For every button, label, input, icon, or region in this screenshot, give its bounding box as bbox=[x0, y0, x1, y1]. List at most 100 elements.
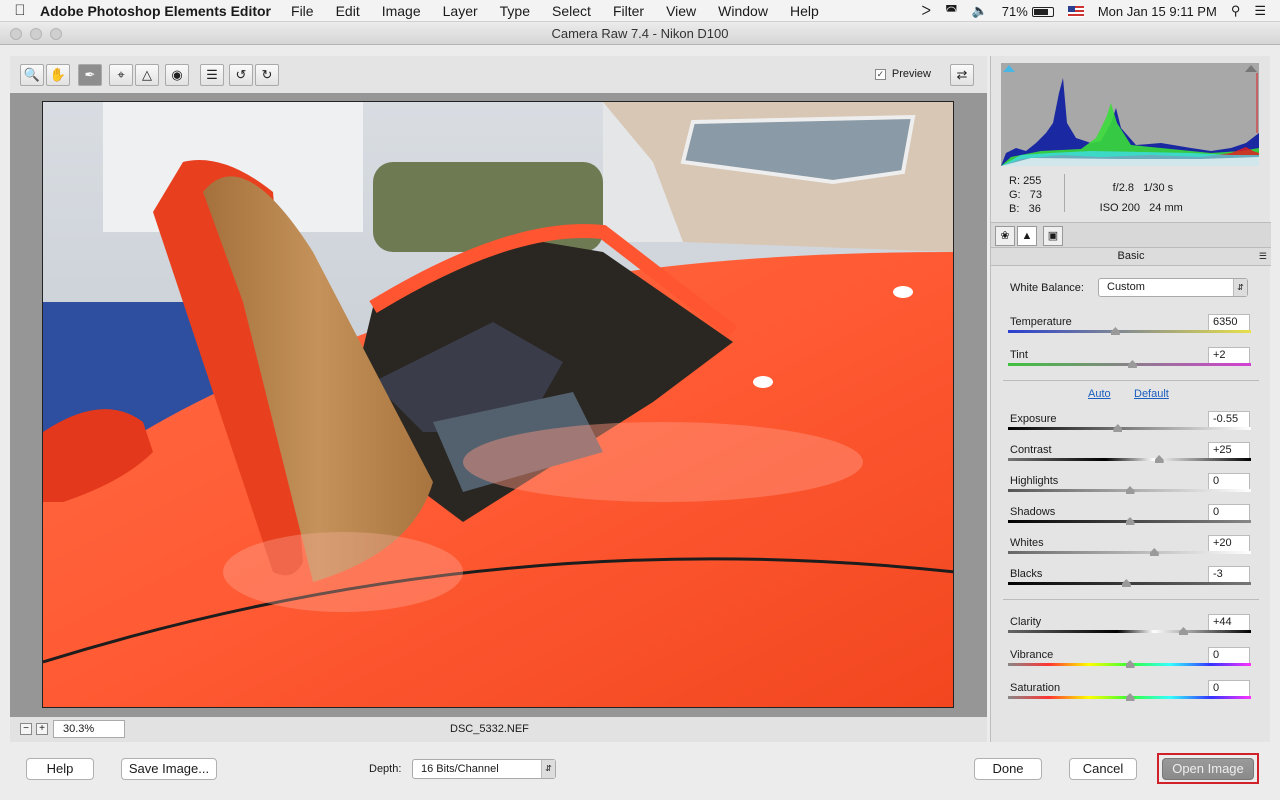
app-menu[interactable]: Adobe Photoshop Elements Editor bbox=[40, 3, 271, 19]
shadows-slider-thumb[interactable] bbox=[1125, 517, 1135, 525]
crop-tool-button[interactable]: ⌖ bbox=[109, 64, 133, 86]
bluetooth-icon[interactable]: ᐳ bbox=[921, 3, 930, 19]
blacks-value-field[interactable]: -3 bbox=[1208, 566, 1250, 583]
zoom-window-button[interactable] bbox=[50, 28, 62, 40]
preview-checkbox[interactable]: ✓ bbox=[874, 68, 886, 80]
saturation-value-field[interactable]: 0 bbox=[1208, 680, 1250, 697]
clock[interactable]: Mon Jan 15 9:11 PM bbox=[1098, 4, 1217, 19]
contrast-value-field[interactable]: +25 bbox=[1208, 442, 1250, 459]
preview-toggle[interactable]: ✓ Preview bbox=[874, 68, 931, 80]
g-value: 73 bbox=[1029, 189, 1043, 201]
menu-image[interactable]: Image bbox=[382, 3, 421, 19]
white-balance-tool-button[interactable]: ✒ bbox=[78, 64, 102, 86]
straighten-tool-button[interactable]: △ bbox=[135, 64, 159, 86]
readout-divider bbox=[1064, 174, 1065, 212]
zoom-in-button[interactable]: + bbox=[36, 723, 48, 735]
default-link[interactable]: Default bbox=[1134, 388, 1169, 400]
whites-value-field[interactable]: +20 bbox=[1208, 535, 1250, 552]
red-eye-tool-button[interactable]: ◉ bbox=[165, 64, 189, 86]
help-button[interactable]: Help bbox=[26, 758, 94, 780]
battery-icon bbox=[1031, 7, 1054, 18]
tab-camera-calibration[interactable]: ▣ bbox=[1043, 226, 1063, 246]
cancel-button[interactable]: Cancel bbox=[1069, 758, 1137, 780]
highlights-value-field[interactable]: 0 bbox=[1208, 473, 1250, 490]
vibrance-value-field[interactable]: 0 bbox=[1208, 647, 1250, 664]
shadows-value-field[interactable]: 0 bbox=[1208, 504, 1250, 521]
tab-basic[interactable]: ❀ bbox=[995, 226, 1015, 246]
shadow-clipping-warning-icon[interactable] bbox=[1003, 65, 1015, 72]
hand-tool-button[interactable]: ✋ bbox=[46, 64, 70, 86]
exposure-label: Exposure bbox=[1010, 413, 1057, 425]
camera-icon: ▣ bbox=[1047, 230, 1059, 242]
exposure-value-field[interactable]: -0.55 bbox=[1208, 411, 1250, 428]
tint-value-field[interactable]: +2 bbox=[1208, 347, 1250, 364]
temperature-value-field[interactable]: 6350 bbox=[1208, 314, 1250, 331]
magnifier-icon: 🔍 bbox=[23, 67, 41, 82]
list-icon: ☰ bbox=[206, 67, 218, 82]
white-balance-value: Custom bbox=[1107, 281, 1145, 293]
tab-detail[interactable]: ▲ bbox=[1017, 226, 1037, 246]
clarity-slider-thumb[interactable] bbox=[1178, 627, 1188, 635]
battery-status[interactable]: 71% bbox=[1002, 4, 1054, 19]
highlights-slider-thumb[interactable] bbox=[1125, 486, 1135, 494]
highlights-slider[interactable] bbox=[1008, 486, 1251, 494]
spotlight-search-icon[interactable]: ⚲ bbox=[1231, 3, 1241, 19]
zoom-tool-button[interactable]: 🔍 bbox=[20, 64, 44, 86]
photo-preview[interactable] bbox=[42, 101, 954, 708]
vibrance-slider-thumb[interactable] bbox=[1125, 660, 1135, 668]
menu-window[interactable]: Window bbox=[718, 3, 768, 19]
depth-select[interactable]: 16 Bits/Channel ⇵ bbox=[412, 759, 556, 779]
menu-view[interactable]: View bbox=[666, 3, 696, 19]
shadows-slider[interactable] bbox=[1008, 517, 1251, 525]
volume-icon[interactable]: 🔈 bbox=[972, 3, 988, 19]
menu-type[interactable]: Type bbox=[500, 3, 530, 19]
apple-icon[interactable]:  bbox=[0, 2, 40, 19]
highlight-clipping-warning-icon[interactable] bbox=[1245, 65, 1257, 72]
exposure-slider-thumb[interactable] bbox=[1113, 424, 1123, 432]
rotate-left-button[interactable]: ↺ bbox=[229, 64, 253, 86]
fullscreen-toggle-button[interactable]: ⇄ bbox=[950, 64, 974, 86]
auto-link[interactable]: Auto bbox=[1088, 388, 1111, 400]
temperature-slider-thumb[interactable] bbox=[1110, 327, 1120, 335]
save-image-button[interactable]: Save Image... bbox=[121, 758, 217, 780]
minimize-window-button[interactable] bbox=[30, 28, 42, 40]
blacks-slider[interactable] bbox=[1008, 579, 1251, 587]
whites-slider[interactable] bbox=[1008, 548, 1251, 556]
temperature-label: Temperature bbox=[1010, 316, 1072, 328]
clarity-value-field[interactable]: +44 bbox=[1208, 614, 1250, 631]
blacks-slider-thumb[interactable] bbox=[1121, 579, 1131, 587]
contrast-slider-thumb[interactable] bbox=[1154, 455, 1164, 463]
notification-center-icon[interactable]: ☰ bbox=[1254, 3, 1266, 19]
vibrance-slider[interactable] bbox=[1008, 660, 1251, 668]
car-photo bbox=[43, 102, 953, 707]
menu-edit[interactable]: Edit bbox=[336, 3, 360, 19]
input-source-flag-icon[interactable] bbox=[1067, 5, 1084, 17]
zoom-level-select[interactable]: 30.3% bbox=[53, 720, 125, 738]
exposure-slider[interactable] bbox=[1008, 424, 1251, 432]
aperture-value: f/2.8 bbox=[1112, 182, 1134, 194]
zoom-out-button[interactable]: − bbox=[20, 723, 32, 735]
saturation-slider[interactable] bbox=[1008, 693, 1251, 701]
menu-select[interactable]: Select bbox=[552, 3, 591, 19]
tint-slider[interactable] bbox=[1008, 360, 1251, 368]
open-image-button[interactable]: Open Image bbox=[1162, 758, 1254, 780]
rotate-right-button[interactable]: ↻ bbox=[255, 64, 279, 86]
temperature-slider[interactable] bbox=[1008, 327, 1251, 335]
menu-filter[interactable]: Filter bbox=[613, 3, 644, 19]
saturation-slider-thumb[interactable] bbox=[1125, 693, 1135, 701]
whites-slider-thumb[interactable] bbox=[1149, 548, 1159, 556]
menu-file[interactable]: File bbox=[291, 3, 314, 19]
done-button[interactable]: Done bbox=[974, 758, 1042, 780]
panel-menu-icon[interactable]: ☰ bbox=[1259, 248, 1267, 264]
close-window-button[interactable] bbox=[10, 28, 22, 40]
tint-slider-thumb[interactable] bbox=[1127, 360, 1137, 368]
wifi-icon[interactable]: ◚ bbox=[945, 3, 958, 19]
image-canvas[interactable] bbox=[10, 93, 987, 717]
preferences-button[interactable]: ☰ bbox=[200, 64, 224, 86]
white-balance-select[interactable]: Custom ⇵ bbox=[1098, 278, 1248, 297]
clarity-slider[interactable] bbox=[1008, 627, 1251, 635]
window-titlebar: Camera Raw 7.4 - Nikon D100 bbox=[0, 23, 1280, 45]
menu-help[interactable]: Help bbox=[790, 3, 819, 19]
contrast-slider[interactable] bbox=[1008, 455, 1251, 463]
menu-layer[interactable]: Layer bbox=[443, 3, 478, 19]
